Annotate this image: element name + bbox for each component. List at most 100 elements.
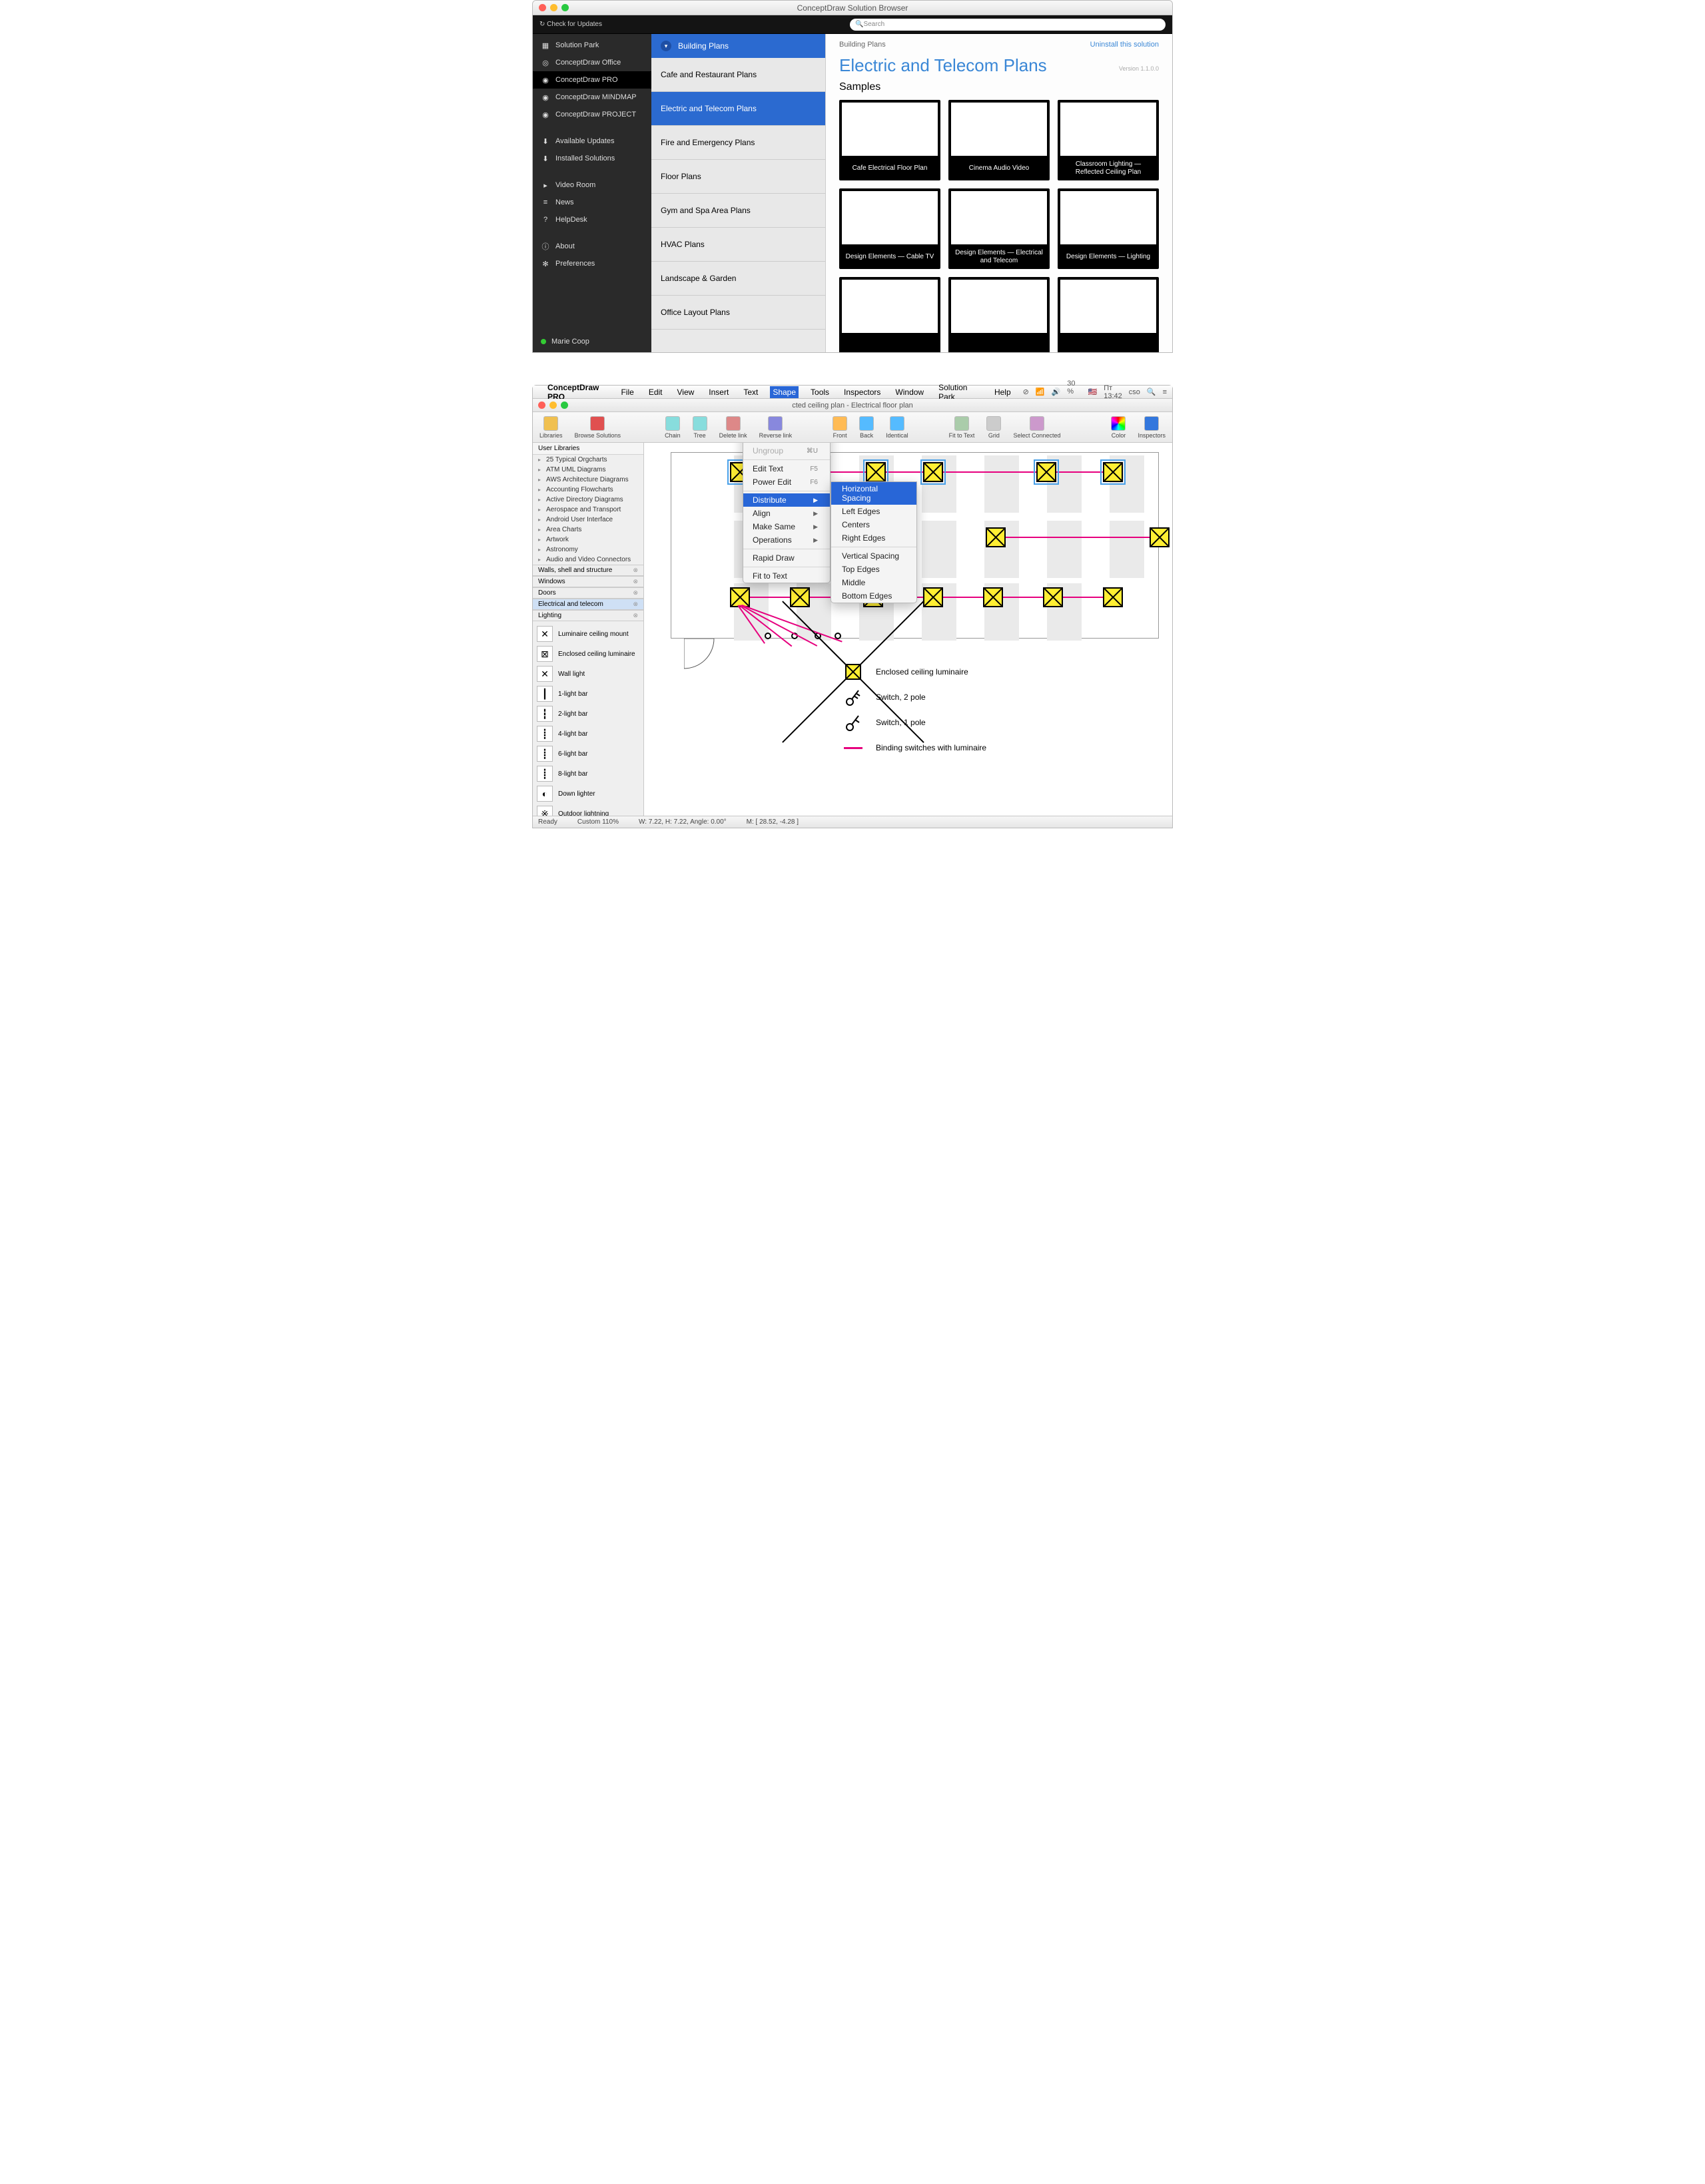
library-section[interactable]: Electrical and telecom⊗ bbox=[533, 599, 643, 610]
stencil-item[interactable]: ┋4-light bar bbox=[535, 724, 641, 744]
menu-file[interactable]: File bbox=[618, 386, 636, 398]
stencil-item[interactable]: ⊠Enclosed ceiling luminaire bbox=[535, 644, 641, 664]
submenu-item[interactable]: Bottom Edges bbox=[831, 589, 916, 603]
wifi-icon[interactable]: 📶 bbox=[1036, 388, 1045, 396]
menu-item[interactable]: Rapid Draw bbox=[743, 551, 830, 565]
toolbar-chain[interactable]: Chain bbox=[665, 416, 681, 439]
close-icon[interactable]: ⊗ bbox=[633, 589, 638, 597]
luminaire-shape[interactable] bbox=[1103, 587, 1123, 607]
stencil-item[interactable]: ┇2-light bar bbox=[535, 704, 641, 724]
user-account[interactable]: Marie Coop bbox=[533, 331, 651, 352]
sidebar-item[interactable]: ✻Preferences bbox=[533, 255, 651, 272]
search-icon[interactable]: 🔍 bbox=[1147, 388, 1156, 396]
close-icon[interactable]: ⊗ bbox=[633, 578, 638, 585]
menu-item[interactable]: Align▶ bbox=[743, 507, 830, 520]
menu-help[interactable]: Help bbox=[992, 386, 1014, 398]
toolbar-front[interactable]: Front bbox=[833, 416, 847, 439]
menu-window[interactable]: Window bbox=[892, 386, 926, 398]
sidebar-item[interactable]: ≡News bbox=[533, 194, 651, 211]
library-item[interactable]: ATM UML Diagrams bbox=[533, 465, 643, 475]
luminaire-shape[interactable] bbox=[1036, 462, 1056, 482]
toolbar-inspectors[interactable]: Inspectors bbox=[1138, 416, 1166, 439]
luminaire-shape[interactable] bbox=[986, 527, 1006, 547]
library-item[interactable]: Audio and Video Connectors bbox=[533, 555, 643, 565]
submenu-item[interactable]: Top Edges bbox=[831, 563, 916, 576]
luminaire-shape[interactable] bbox=[866, 462, 886, 482]
toolbar-browse-solutions[interactable]: Browse Solutions bbox=[575, 416, 621, 439]
menu-item[interactable]: Power EditF6 bbox=[743, 475, 830, 489]
library-item[interactable]: Artwork bbox=[533, 535, 643, 545]
menu-view[interactable]: View bbox=[675, 386, 697, 398]
sample-card[interactable]: Design Elements — Lighting bbox=[1058, 188, 1159, 269]
library-item[interactable]: Astronomy bbox=[533, 545, 643, 555]
menu-item[interactable]: Make Same▶ bbox=[743, 520, 830, 533]
uninstall-link[interactable]: Uninstall this solution bbox=[1090, 41, 1159, 49]
menu-text[interactable]: Text bbox=[741, 386, 761, 398]
sidebar-item[interactable]: ▦Solution Park bbox=[533, 37, 651, 54]
library-section[interactable]: Lighting⊗ bbox=[533, 610, 643, 621]
stencil-item[interactable]: ※Outdoor lightning bbox=[535, 804, 641, 816]
sidebar-item[interactable]: ⬇Available Updates bbox=[533, 133, 651, 150]
toolbar-reverse-link[interactable]: Reverse link bbox=[759, 416, 793, 439]
library-section[interactable]: Doors⊗ bbox=[533, 587, 643, 599]
toolbar-libraries[interactable]: Libraries bbox=[539, 416, 563, 439]
sidebar-item[interactable]: ⓘAbout bbox=[533, 238, 651, 255]
menu-insert[interactable]: Insert bbox=[706, 386, 731, 398]
category-item[interactable]: Gym and Spa Area Plans bbox=[651, 194, 825, 228]
submenu-item[interactable]: Left Edges bbox=[831, 505, 916, 518]
flag-icon[interactable]: 🇺🇸 bbox=[1088, 388, 1098, 396]
sample-card[interactable]: Design Elements — Cable TV bbox=[839, 188, 940, 269]
toolbar-color[interactable]: Color bbox=[1111, 416, 1126, 439]
drawing-canvas[interactable]: Enclosed ceiling luminaire Switch, 2 pol… bbox=[644, 443, 1172, 816]
category-item[interactable]: Landscape & Garden bbox=[651, 262, 825, 296]
toolbar-delete-link[interactable]: Delete link bbox=[719, 416, 747, 439]
volume-icon[interactable]: 🔊 bbox=[1052, 388, 1061, 396]
sidebar-item[interactable]: ◉ConceptDraw PRO bbox=[533, 71, 651, 89]
close-icon[interactable]: ⊗ bbox=[633, 567, 638, 574]
toolbar-select-connected[interactable]: Select Connected bbox=[1013, 416, 1060, 439]
stencil-item[interactable]: ┋8-light bar bbox=[535, 764, 641, 784]
luminaire-shape[interactable] bbox=[923, 587, 943, 607]
stencil-item[interactable]: ✕Wall light bbox=[535, 664, 641, 684]
switch-shape[interactable] bbox=[765, 633, 771, 639]
category-item[interactable]: Cafe and Restaurant Plans bbox=[651, 58, 825, 92]
category-item[interactable]: Electric and Telecom Plans bbox=[651, 92, 825, 126]
menu-inspectors[interactable]: Inspectors bbox=[841, 386, 883, 398]
menu-shape[interactable]: Shape bbox=[770, 386, 799, 398]
library-item[interactable]: Area Charts bbox=[533, 525, 643, 535]
menu-item[interactable]: Fit to Text bbox=[743, 569, 830, 583]
menu-edit[interactable]: Edit bbox=[646, 386, 665, 398]
menu-icon[interactable]: ≡ bbox=[1163, 388, 1167, 396]
sidebar-item[interactable]: ▸Video Room bbox=[533, 176, 651, 194]
toolbar-fit-to-text[interactable]: Fit to Text bbox=[949, 416, 975, 439]
category-header[interactable]: ▾ Building Plans bbox=[651, 34, 825, 58]
luminaire-shape[interactable] bbox=[1103, 462, 1123, 482]
sample-card[interactable] bbox=[1058, 277, 1159, 352]
luminaire-shape[interactable] bbox=[790, 587, 810, 607]
sidebar-item[interactable]: ⬇Installed Solutions bbox=[533, 150, 651, 167]
luminaire-shape[interactable] bbox=[730, 587, 750, 607]
library-item[interactable]: Android User Interface bbox=[533, 515, 643, 525]
toolbar-tree[interactable]: Tree bbox=[693, 416, 707, 439]
sidebar-item[interactable]: ◉ConceptDraw MINDMAP bbox=[533, 89, 651, 106]
library-item[interactable]: 25 Typical Orgcharts bbox=[533, 455, 643, 465]
user-menu[interactable]: cso bbox=[1129, 388, 1140, 396]
sample-card[interactable]: Design Elements — Electrical and Telecom bbox=[948, 188, 1050, 269]
submenu-item[interactable]: Right Edges bbox=[831, 531, 916, 545]
luminaire-shape[interactable] bbox=[1150, 527, 1170, 547]
library-item[interactable]: Accounting Flowcharts bbox=[533, 485, 643, 495]
clock[interactable]: Пт 13:42 bbox=[1104, 384, 1122, 400]
sidebar-item[interactable]: ◉ConceptDraw PROJECT bbox=[533, 106, 651, 123]
menu-item[interactable]: Edit TextF5 bbox=[743, 462, 830, 475]
check-updates-button[interactable]: ↻ Check for Updates bbox=[539, 21, 845, 28]
status-zoom[interactable]: Custom 110% bbox=[577, 818, 619, 826]
library-section[interactable]: Windows⊗ bbox=[533, 576, 643, 587]
close-icon[interactable]: ⊗ bbox=[633, 601, 638, 608]
menu-item[interactable]: Distribute▶ bbox=[743, 493, 830, 507]
luminaire-shape[interactable] bbox=[923, 462, 943, 482]
stencil-item[interactable]: ┃1-light bar bbox=[535, 684, 641, 704]
luminaire-shape[interactable] bbox=[983, 587, 1003, 607]
luminaire-shape[interactable] bbox=[1043, 587, 1063, 607]
submenu-item[interactable]: Centers bbox=[831, 518, 916, 531]
stencil-item[interactable]: ✕Luminaire ceiling mount bbox=[535, 624, 641, 644]
